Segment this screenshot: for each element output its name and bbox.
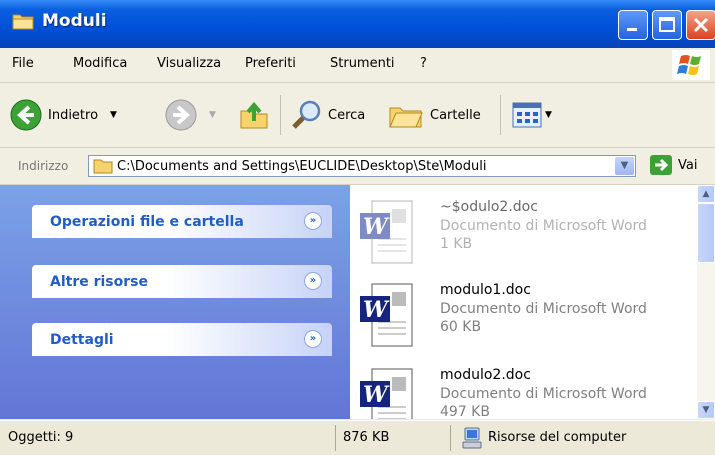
toolbar-separator <box>280 95 281 135</box>
panel-other-places[interactable]: Altre risorse » <box>32 265 332 298</box>
object-count: Oggetti: 9 <box>8 430 74 445</box>
address-label: Indirizzo <box>18 159 69 173</box>
panel-title: Operazioni file e cartella <box>50 214 244 230</box>
file-size: 60 KB <box>440 319 482 335</box>
up-folder-button[interactable] <box>238 83 270 147</box>
folders-icon <box>389 107 423 128</box>
toolbar: Indietro ▼ ▼ Cerca Cartelle ▼ <box>0 83 715 148</box>
status-separator <box>335 425 336 451</box>
back-arrow-icon <box>10 99 42 131</box>
file-type: Documento di Microsoft Word <box>440 218 647 234</box>
word-document-icon: W <box>360 200 413 264</box>
search-icon <box>292 100 321 129</box>
address-bar: Indirizzo C:\Documents and Settings\EUCL… <box>0 148 715 185</box>
views-grid-icon <box>512 102 542 128</box>
maximize-icon <box>659 17 675 32</box>
status-separator <box>450 425 451 451</box>
file-type: Documento di Microsoft Word <box>440 301 647 317</box>
views-button[interactable]: ▼ <box>512 83 552 147</box>
svg-text:W: W <box>363 382 390 408</box>
back-dropdown-icon[interactable]: ▼ <box>110 110 117 120</box>
file-name: ~$odulo2.doc <box>440 199 538 215</box>
folder-icon <box>12 14 34 30</box>
list-item[interactable]: W ~$odulo2.doc Documento di Microsoft Wo… <box>358 199 688 279</box>
folder-icon <box>93 159 113 174</box>
menu-visualizza[interactable]: Visualizza <box>157 56 221 71</box>
close-icon <box>693 17 709 33</box>
window-title: Moduli <box>42 11 107 31</box>
file-size: 497 KB <box>440 404 490 419</box>
maximize-button[interactable] <box>652 10 682 40</box>
scroll-down-icon[interactable]: ▼ <box>697 401 715 419</box>
back-label: Indietro <box>48 107 99 123</box>
total-size: 876 KB <box>343 430 390 445</box>
menu-modifica[interactable]: Modifica <box>73 56 127 71</box>
folders-label: Cartelle <box>430 107 481 123</box>
search-label: Cerca <box>328 107 366 123</box>
chevron-down-icon[interactable]: » <box>304 272 322 290</box>
up-folder-icon <box>240 101 268 129</box>
forward-dropdown-icon[interactable]: ▼ <box>209 110 216 120</box>
back-button[interactable]: Indietro ▼ <box>10 83 117 147</box>
file-list: W ~$odulo2.doc Documento di Microsoft Wo… <box>350 185 715 419</box>
minimize-icon <box>627 28 637 31</box>
panel-details[interactable]: Dettagli » <box>32 323 332 356</box>
address-dropdown-icon[interactable]: ▼ <box>615 157 634 175</box>
toolbar-separator <box>500 95 501 135</box>
close-button[interactable] <box>686 10 715 40</box>
go-button[interactable]: Vai <box>650 155 697 175</box>
forward-button[interactable]: ▼ <box>165 83 216 147</box>
forward-arrow-icon <box>165 99 197 131</box>
panel-title: Altre risorse <box>50 274 148 290</box>
file-type: Documento di Microsoft Word <box>440 386 647 402</box>
word-document-icon: W <box>360 283 413 347</box>
scroll-up-icon[interactable]: ▲ <box>697 185 715 203</box>
windows-logo-icon <box>672 50 710 80</box>
menu-preferiti[interactable]: Preferiti <box>245 56 296 71</box>
menu-help[interactable]: ? <box>420 56 427 71</box>
panel-file-folder-tasks[interactable]: Operazioni file e cartella » <box>32 205 332 238</box>
chevron-down-icon[interactable]: » <box>304 212 322 230</box>
list-item[interactable]: W modulo2.doc Documento di Microsoft Wor… <box>358 367 688 419</box>
status-bar: Oggetti: 9 876 KB Risorse del computer <box>0 420 715 455</box>
file-size: 1 KB <box>440 236 473 252</box>
address-field[interactable]: C:\Documents and Settings\EUCLIDE\Deskto… <box>88 155 636 177</box>
folders-button[interactable]: Cartelle <box>388 83 481 147</box>
minimize-button[interactable] <box>618 10 648 40</box>
word-document-icon: W <box>360 368 413 419</box>
location-label: Risorse del computer <box>488 430 627 445</box>
go-label: Vai <box>678 157 698 173</box>
list-item[interactable]: W modulo1.doc Documento di Microsoft Wor… <box>358 282 688 362</box>
my-computer-icon <box>462 427 482 449</box>
vertical-scrollbar[interactable]: ▲ ▼ <box>697 185 715 419</box>
address-path: C:\Documents and Settings\EUCLIDE\Deskto… <box>117 159 487 174</box>
file-name: modulo1.doc <box>440 282 531 298</box>
task-pane: Operazioni file e cartella » Altre risor… <box>0 185 350 419</box>
menu-bar: File Modifica Visualizza Preferiti Strum… <box>0 48 715 83</box>
go-arrow-icon <box>650 155 672 175</box>
scroll-thumb[interactable] <box>697 203 715 263</box>
panel-title: Dettagli <box>50 332 114 348</box>
menu-file[interactable]: File <box>12 56 34 71</box>
views-dropdown-icon[interactable]: ▼ <box>545 110 552 120</box>
file-name: modulo2.doc <box>440 367 531 383</box>
chevron-down-icon[interactable]: » <box>304 330 322 348</box>
search-button[interactable]: Cerca <box>290 83 365 147</box>
menu-strumenti[interactable]: Strumenti <box>330 56 395 71</box>
title-bar[interactable]: Moduli <box>0 0 715 48</box>
svg-text:W: W <box>363 297 390 323</box>
svg-text:W: W <box>363 214 390 240</box>
